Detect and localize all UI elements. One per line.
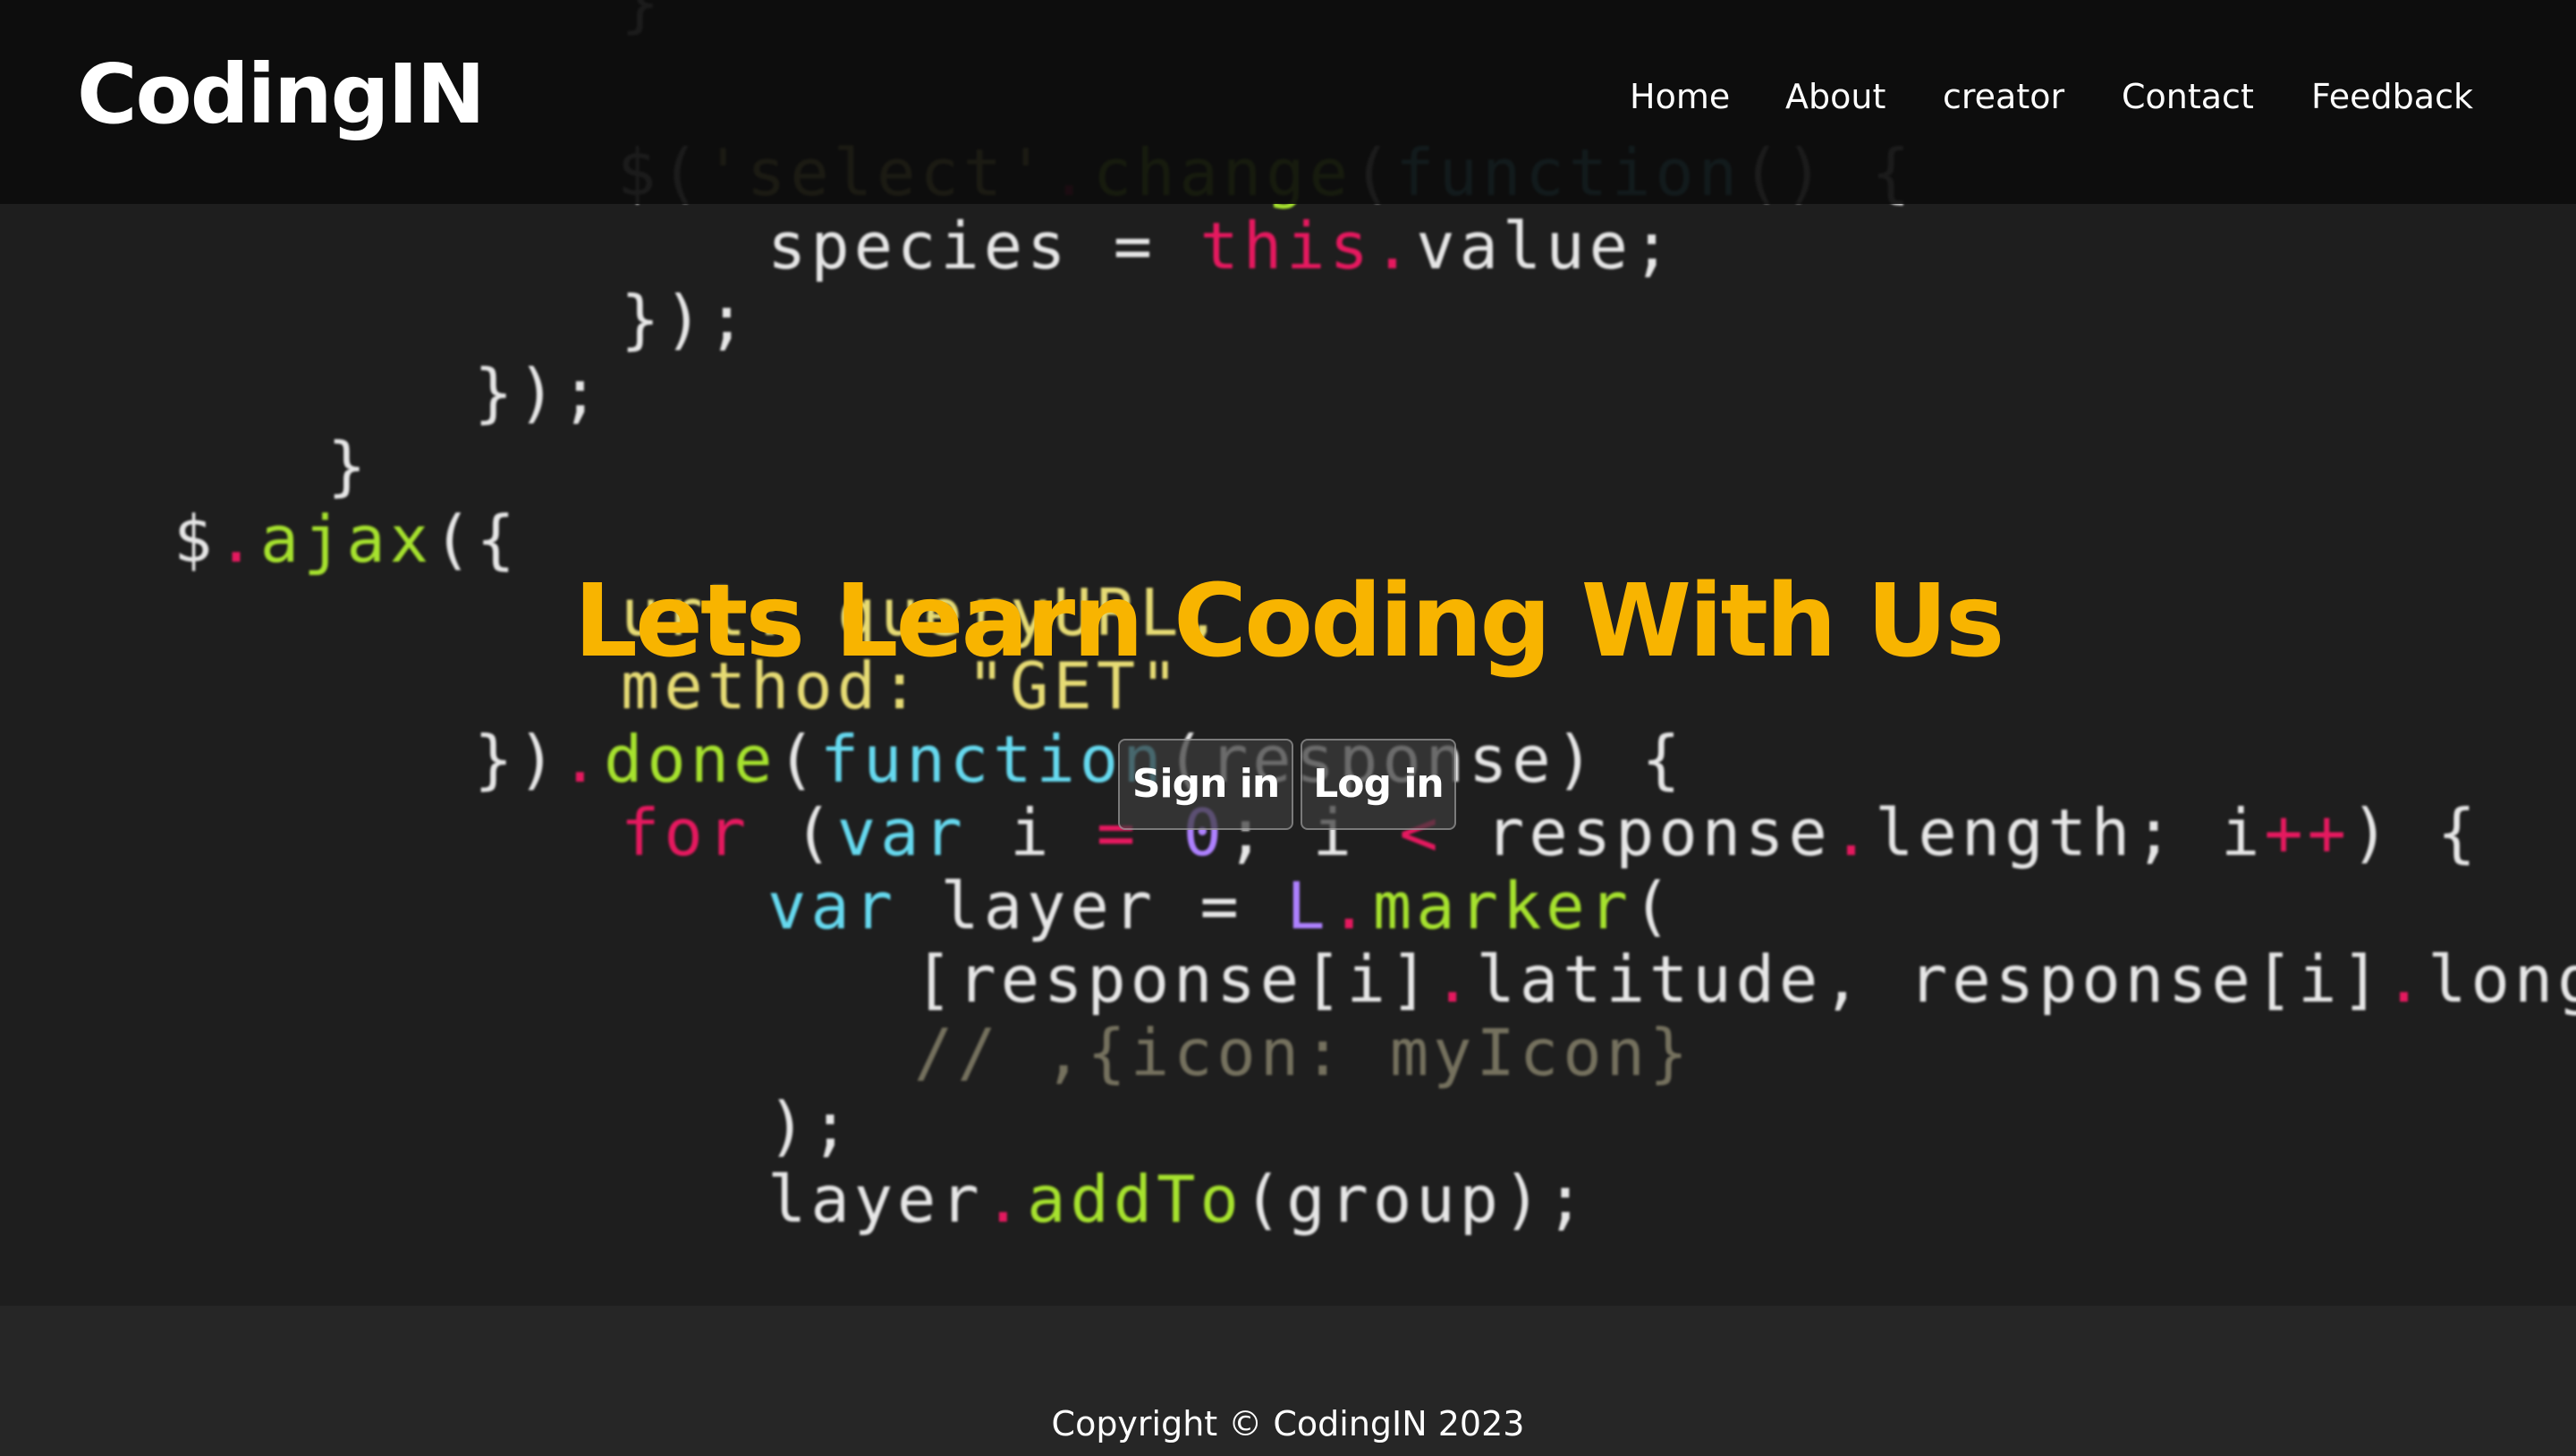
nav-link-feedback[interactable]: Feedback xyxy=(2311,77,2473,116)
sign-in-button[interactable]: Sign in xyxy=(1118,739,1293,830)
code-line: var layer = L.marker( xyxy=(767,868,1676,944)
navbar: CodingIN Home About creator Contact Feed… xyxy=(0,0,2576,204)
nav-menu: Home About creator Contact Feedback xyxy=(0,77,2576,123)
log-in-button[interactable]: Log in xyxy=(1301,739,1456,830)
code-line: }).done(function(response) { xyxy=(474,722,1685,797)
code-line: [response[i].latitude, response[i].longi… xyxy=(914,942,2576,1017)
nav-link-home[interactable]: Home xyxy=(1630,77,1730,116)
nav-link-creator[interactable]: creator xyxy=(1943,77,2064,116)
code-line: // ,{icon: myIcon} xyxy=(914,1015,1693,1090)
footer-copyright: Copyright © CodingIN 2023 xyxy=(1051,1404,1525,1443)
code-line: }); xyxy=(474,355,605,430)
nav-link-about[interactable]: About xyxy=(1785,77,1885,116)
footer: Copyright © CodingIN 2023 xyxy=(0,1306,2576,1456)
code-line: for (var i = 0; i < response.length; i++… xyxy=(621,795,2481,870)
code-line: }); xyxy=(621,282,751,357)
code-line: ); xyxy=(767,1088,854,1164)
hero-title: Lets Learn Coding With Us xyxy=(573,563,2005,680)
code-line: layer.addTo(group); xyxy=(767,1162,1589,1237)
nav-link-contact[interactable]: Contact xyxy=(2122,77,2254,116)
code-line: species = this.value; xyxy=(767,208,1676,284)
code-line: } xyxy=(327,428,371,504)
